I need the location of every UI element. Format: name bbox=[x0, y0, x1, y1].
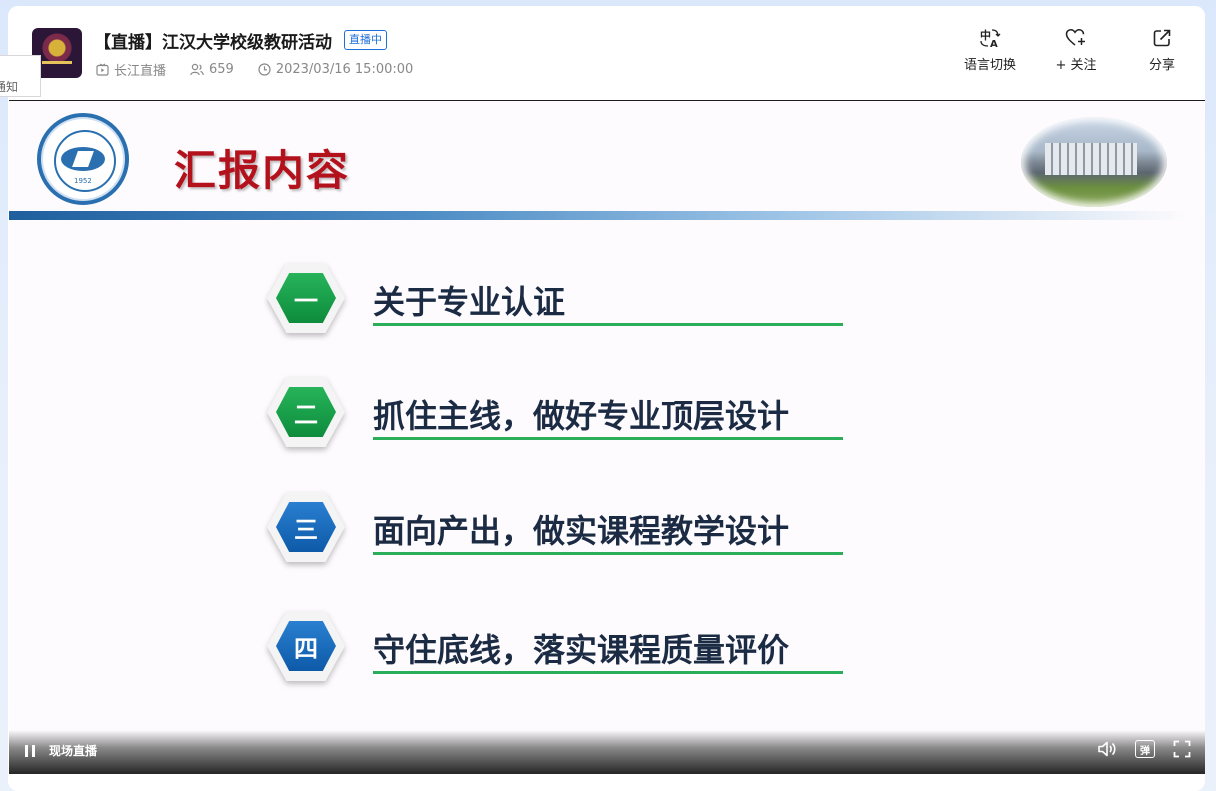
controls-right: 弹 bbox=[1079, 740, 1191, 758]
agenda-underline bbox=[373, 437, 843, 440]
agenda-item: 二 抓住主线，做好专业顶层设计 bbox=[267, 377, 867, 457]
notice-tab-label: 通知 bbox=[0, 80, 18, 94]
translate-icon: 中 A bbox=[980, 28, 1001, 48]
viewer-meta: 659 bbox=[190, 62, 234, 77]
stream-title: 【直播】江汉大学校级教研活动 bbox=[94, 32, 332, 53]
time-meta: 2023/03/16 15:00:00 bbox=[258, 62, 413, 77]
heart-plus-icon bbox=[1065, 29, 1085, 46]
header-actions: 中 A 语言切换 + 关注 分享 bbox=[947, 28, 1205, 73]
video-player[interactable]: 1952 汇报内容 一 关于专业认证 二 抓住主线，做好专业顶层设计 三 面向产… bbox=[9, 101, 1205, 774]
live-label: 现场直播 bbox=[49, 744, 98, 758]
clock-icon bbox=[258, 63, 271, 76]
language-switch-label: 语言切换 bbox=[963, 58, 1016, 73]
agenda-text: 面向产出，做实课程教学设计 bbox=[373, 512, 790, 550]
volume-icon[interactable] bbox=[1097, 740, 1117, 758]
slide-title: 汇报内容 bbox=[174, 146, 351, 195]
tv-icon bbox=[96, 63, 109, 76]
campus-building-photo bbox=[1021, 117, 1167, 207]
channel-name: 长江直播 bbox=[114, 64, 167, 79]
agenda-item: 三 面向产出，做实课程教学设计 bbox=[267, 492, 867, 572]
pause-icon[interactable] bbox=[23, 744, 37, 758]
agenda-text: 抓住主线，做好专业顶层设计 bbox=[373, 397, 790, 435]
share-icon bbox=[1153, 29, 1171, 47]
live-status-badge: 直播中 bbox=[344, 30, 387, 50]
emblem-mark bbox=[61, 147, 105, 171]
agenda-text: 守住底线，落实课程质量评价 bbox=[373, 631, 790, 669]
svg-text:A: A bbox=[990, 39, 998, 48]
hexagon-badge: 三 bbox=[267, 492, 345, 562]
title-row: 【直播】江汉大学校级教研活动 直播中 bbox=[94, 28, 387, 53]
notice-side-tab[interactable]: 通知 bbox=[0, 55, 41, 97]
users-icon bbox=[190, 63, 204, 76]
share-label: 分享 bbox=[1148, 58, 1175, 73]
fullscreen-icon[interactable] bbox=[1173, 740, 1191, 758]
agenda-underline bbox=[373, 671, 843, 674]
stream-header: 【直播】江汉大学校级教研活动 直播中 长江直播 659 2023/03/16 1… bbox=[8, 6, 1205, 101]
emblem-year: 1952 bbox=[74, 177, 92, 185]
stream-meta: 长江直播 659 2023/03/16 15:00:00 bbox=[96, 60, 437, 79]
university-emblem: 1952 bbox=[37, 113, 129, 205]
agenda-text: 关于专业认证 bbox=[373, 283, 566, 321]
channel-meta[interactable]: 长江直播 bbox=[96, 60, 166, 79]
agenda-item: 四 守住底线，落实课程质量评价 bbox=[267, 611, 867, 691]
danmaku-label: 弹 bbox=[1140, 745, 1150, 757]
hexagon-badge: 一 bbox=[267, 263, 345, 333]
danmaku-toggle-icon[interactable]: 弹 bbox=[1135, 740, 1155, 758]
follow-label: + 关注 bbox=[1055, 58, 1097, 73]
viewer-count: 659 bbox=[209, 62, 234, 77]
hexagon-badge: 四 bbox=[267, 611, 345, 681]
follow-button[interactable]: + 关注 bbox=[1033, 28, 1119, 73]
agenda-underline bbox=[373, 323, 843, 326]
language-switch-button[interactable]: 中 A 语言切换 bbox=[947, 28, 1033, 73]
agenda-underline bbox=[373, 552, 843, 555]
stream-datetime: 2023/03/16 15:00:00 bbox=[275, 62, 414, 77]
slide-header-band bbox=[9, 211, 1189, 220]
hexagon-badge: 二 bbox=[267, 377, 345, 447]
controls-left: 现场直播 bbox=[23, 742, 97, 759]
share-button[interactable]: 分享 bbox=[1119, 28, 1205, 73]
player-controls: 现场直播 弹 bbox=[9, 730, 1205, 774]
agenda-item: 一 关于专业认证 bbox=[267, 263, 867, 343]
